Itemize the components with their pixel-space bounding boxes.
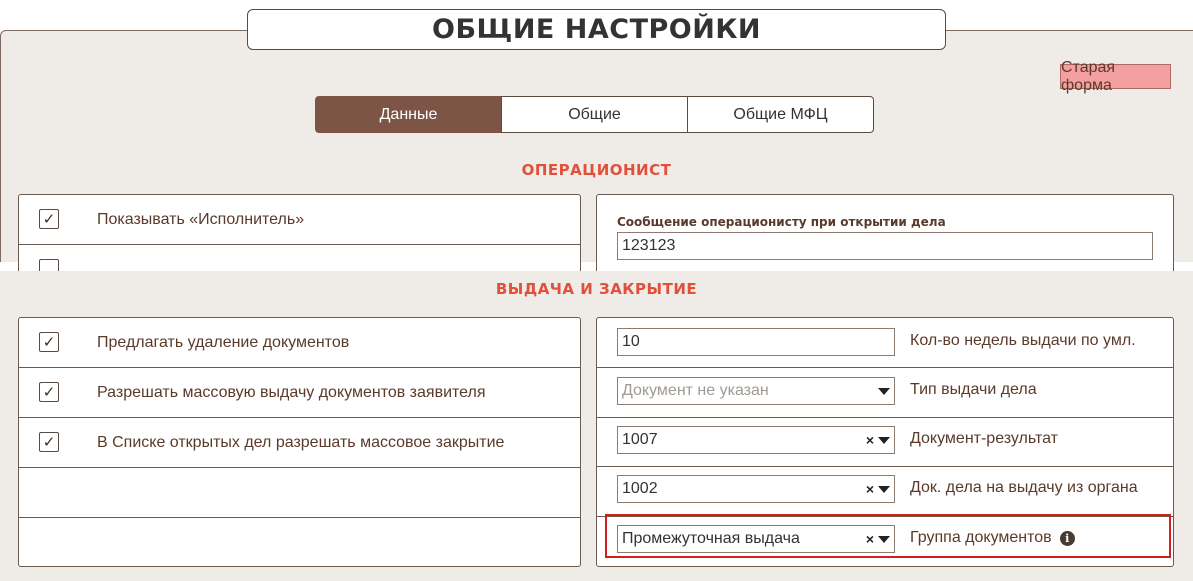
tab-general-mfc[interactable]: Общие МФЦ (687, 96, 874, 133)
page-title: ОБЩИЕ НАСТРОЙКИ (247, 9, 946, 50)
tab-bar: Данные Общие Общие МФЦ (315, 96, 874, 133)
weeks-input[interactable]: 10 (617, 328, 895, 356)
field-row: 10 Кол-во недель выдачи по умл. (597, 318, 1173, 368)
tab-general[interactable]: Общие (501, 96, 688, 133)
row-label: Разрешать массовую выдачу документов зая… (97, 383, 486, 401)
chevron-down-icon[interactable] (878, 387, 890, 395)
result-document-select[interactable]: 1007 × (617, 426, 895, 454)
field-row: Документ не указан Тип выдачи дела (597, 368, 1173, 418)
list-item-empty (19, 468, 580, 518)
section-title-issue: ВЫДАЧА И ЗАКРЫТИЕ (495, 280, 698, 298)
row-label: Показывать «Исполнитель» (97, 210, 305, 228)
message-field-label: Сообщение операционисту при открытии дел… (617, 215, 946, 229)
issue-type-select[interactable]: Документ не указан (617, 377, 895, 405)
list-item (19, 245, 580, 273)
operator-options-box: ✓ Показывать «Исполнитель» (18, 194, 581, 274)
list-item: ✓ Разрешать массовую выдачу документов з… (19, 368, 580, 418)
org-document-label: Док. дела на выдачу из органа (910, 479, 1138, 496)
chevron-down-icon[interactable] (878, 485, 890, 493)
old-form-button[interactable]: Старая форма (1060, 59, 1171, 94)
weeks-label: Кол-во недель выдачи по умл. (910, 332, 1136, 349)
list-item: ✓ В Списке открытых дел разрешать массов… (19, 418, 580, 468)
tab-data[interactable]: Данные (315, 96, 502, 133)
list-item: ✓ Предлагать удаление документов (19, 318, 580, 368)
field-row: 1002 × Док. дела на выдачу из органа (597, 467, 1173, 517)
operator-message-box: Сообщение операционисту при открытии дел… (596, 194, 1174, 274)
result-document-label: Документ-результат (910, 430, 1058, 447)
row-label: В Списке открытых дел разрешать массовое… (97, 433, 505, 451)
field-row: 1007 × Документ-результат (597, 418, 1173, 467)
org-document-select[interactable]: 1002 × (617, 475, 895, 503)
operator-message-input[interactable]: 123123 (617, 232, 1153, 260)
checkbox-mass-close[interactable]: ✓ (39, 432, 59, 452)
chevron-down-icon[interactable] (878, 436, 890, 444)
checkbox-show-executor[interactable]: ✓ (39, 209, 59, 229)
issue-type-label: Тип выдачи дела (910, 381, 1037, 398)
list-item-empty (19, 518, 580, 566)
checkbox-suggest-delete[interactable]: ✓ (39, 332, 59, 352)
clear-icon[interactable]: × (866, 481, 874, 497)
row-label: Предлагать удаление документов (97, 333, 350, 351)
list-item: ✓ Показывать «Исполнитель» (19, 195, 580, 245)
checkbox-mass-issue[interactable]: ✓ (39, 382, 59, 402)
section-title-operator: ОПЕРАЦИОНИСТ (521, 161, 672, 179)
issue-options-box: ✓ Предлагать удаление документов ✓ Разре… (18, 317, 581, 567)
highlight-outline (605, 514, 1171, 558)
clear-icon[interactable]: × (866, 432, 874, 448)
